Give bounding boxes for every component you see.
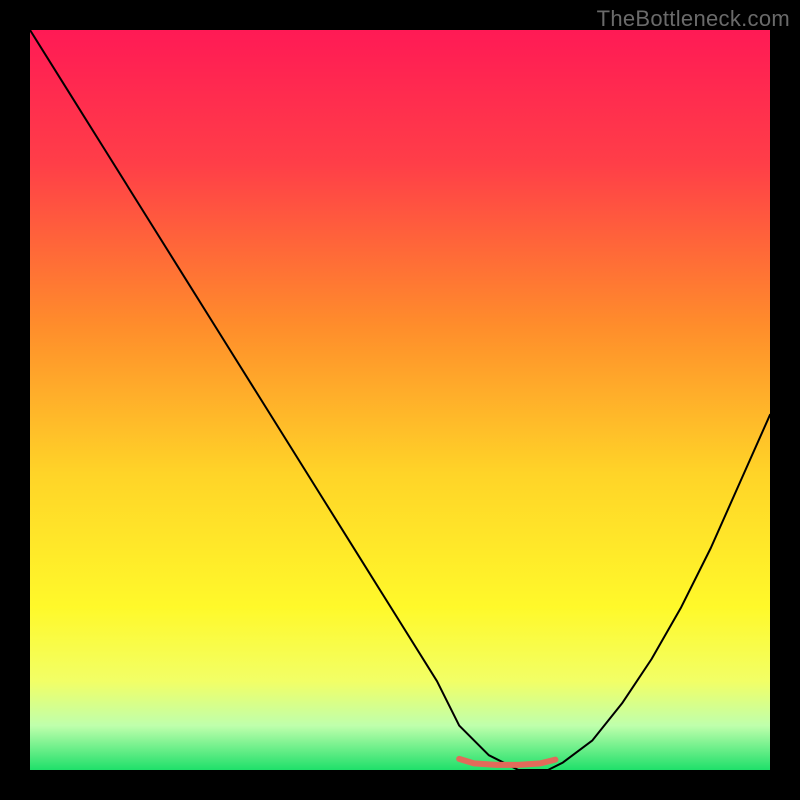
plot-area xyxy=(30,30,770,770)
watermark-text: TheBottleneck.com xyxy=(597,6,790,32)
chart-frame: TheBottleneck.com xyxy=(0,0,800,800)
plot-svg xyxy=(30,30,770,770)
gradient-background xyxy=(30,30,770,770)
